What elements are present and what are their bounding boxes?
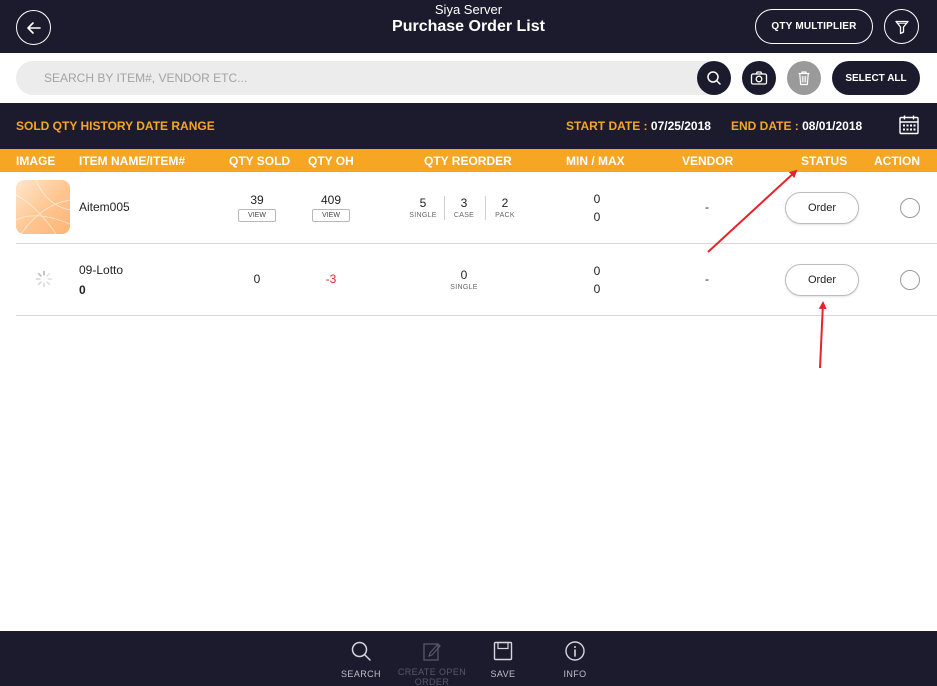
save-icon — [493, 641, 513, 661]
save-label: SAVE — [490, 669, 516, 679]
vendor-value: - — [705, 200, 709, 214]
date-range-bar: SOLD QTY HISTORY DATE RANGE START DATE :… — [0, 103, 937, 149]
save-button[interactable]: SAVE — [467, 639, 539, 679]
col-qty-reorder: QTY REORDER — [424, 154, 512, 168]
reorder-unit: SINGLE — [409, 212, 437, 219]
pattern-icon — [15, 179, 71, 235]
search-icon — [351, 641, 371, 661]
footer-search-button[interactable]: SEARCH — [325, 639, 397, 679]
reorder-value: 5 — [419, 196, 427, 210]
max-value: 0 — [593, 282, 601, 296]
item-thumbnail — [15, 179, 71, 235]
item-number: 0 — [79, 283, 86, 297]
reorder-value: 0 — [460, 268, 468, 282]
select-all-button[interactable]: SELECT ALL — [832, 61, 920, 95]
create-open-order-label: CREATE OPEN ORDER — [397, 667, 467, 686]
purchase-order-screen: Siya Server Purchase Order List QTY MULT… — [0, 0, 937, 686]
col-status: STATUS — [801, 154, 848, 168]
qty-oh-view-button[interactable]: VIEW — [312, 209, 350, 222]
reorder-unit: SINGLE — [450, 284, 478, 291]
col-item-name: ITEM NAME/ITEM# — [79, 154, 186, 168]
item-name: Aitem005 — [79, 200, 130, 214]
filter-icon — [894, 20, 909, 34]
info-label: INFO — [563, 669, 587, 679]
top-header: Siya Server Purchase Order List QTY MULT… — [0, 0, 937, 53]
create-open-order-button[interactable]: CREATE OPEN ORDER — [396, 639, 468, 686]
select-radio[interactable] — [900, 270, 920, 290]
end-date-label: END DATE : — [731, 119, 803, 133]
col-min-max: MIN / MAX — [566, 154, 625, 168]
reorder-value: 2 — [501, 196, 509, 210]
start-date-label: START DATE : — [566, 119, 651, 133]
date-range-label: SOLD QTY HISTORY DATE RANGE — [16, 119, 215, 133]
qty-oh-value: 409 — [320, 193, 342, 207]
divider — [444, 196, 445, 220]
start-date[interactable]: START DATE : 07/25/2018 — [566, 119, 711, 133]
qty-sold-value: 0 — [253, 272, 261, 286]
table-header: IMAGE ITEM NAME/ITEM# QTY SOLD QTY OH QT… — [0, 149, 937, 172]
min-value: 0 — [593, 264, 601, 278]
reorder-single[interactable]: 0 SINGLE — [450, 268, 477, 291]
col-action: ACTION — [874, 154, 920, 168]
col-image: IMAGE — [16, 154, 56, 168]
edit-document-icon — [423, 643, 441, 661]
max-value: 0 — [593, 210, 601, 224]
end-date[interactable]: END DATE : 08/01/2018 — [731, 119, 862, 133]
reorder-case[interactable]: 3 CASE — [454, 196, 474, 219]
start-date-value: 07/25/2018 — [650, 119, 711, 133]
order-button[interactable]: Order — [785, 264, 859, 296]
col-qty-oh: QTY OH — [308, 154, 354, 168]
search-input[interactable] — [16, 61, 728, 95]
reorder-pack[interactable]: 2 PACK — [495, 196, 515, 219]
end-date-value: 08/01/2018 — [802, 119, 863, 133]
footer-search-label: SEARCH — [341, 669, 381, 679]
qty-oh-value: -3 — [325, 272, 337, 286]
loading-spinner-icon — [35, 270, 53, 288]
reorder-single[interactable]: 5 SINGLE — [409, 196, 436, 219]
calendar-icon — [899, 115, 919, 135]
qty-multiplier-button[interactable]: QTY MULTIPLIER — [755, 9, 873, 44]
bottom-toolbar: SEARCH CREATE OPEN ORDER SAVE INFO — [0, 631, 937, 686]
min-value: 0 — [593, 192, 601, 206]
col-qty-sold: QTY SOLD — [229, 154, 291, 168]
item-name: 09-Lotto — [79, 263, 124, 277]
trash-icon — [798, 71, 810, 86]
order-button[interactable]: Order — [785, 192, 859, 224]
qty-sold-view-button[interactable]: VIEW — [238, 209, 276, 222]
qty-sold-value: 39 — [250, 193, 264, 207]
search-button[interactable] — [697, 61, 731, 95]
table-row[interactable]: Aitem005 39 VIEW 409 VIEW 5 SINGLE 3 CAS… — [15, 172, 937, 244]
reorder-value: 3 — [460, 196, 468, 210]
col-vendor: VENDOR — [682, 154, 734, 168]
info-button[interactable]: INFO — [539, 639, 611, 679]
info-icon — [565, 641, 585, 661]
calendar-button[interactable] — [897, 113, 921, 137]
search-icon — [707, 71, 721, 85]
camera-button[interactable] — [742, 61, 776, 95]
filter-button[interactable] — [884, 9, 919, 44]
camera-icon — [750, 71, 768, 85]
select-radio[interactable] — [900, 198, 920, 218]
reorder-unit: CASE — [453, 212, 475, 219]
vendor-value: - — [705, 272, 709, 286]
table-row[interactable]: 09-Lotto 0 0 -3 0 SINGLE 0 0 - Order — [16, 244, 937, 316]
search-bar: SELECT ALL — [0, 53, 937, 103]
delete-button[interactable] — [787, 61, 821, 95]
divider — [485, 196, 486, 220]
reorder-unit: PACK — [495, 212, 515, 219]
